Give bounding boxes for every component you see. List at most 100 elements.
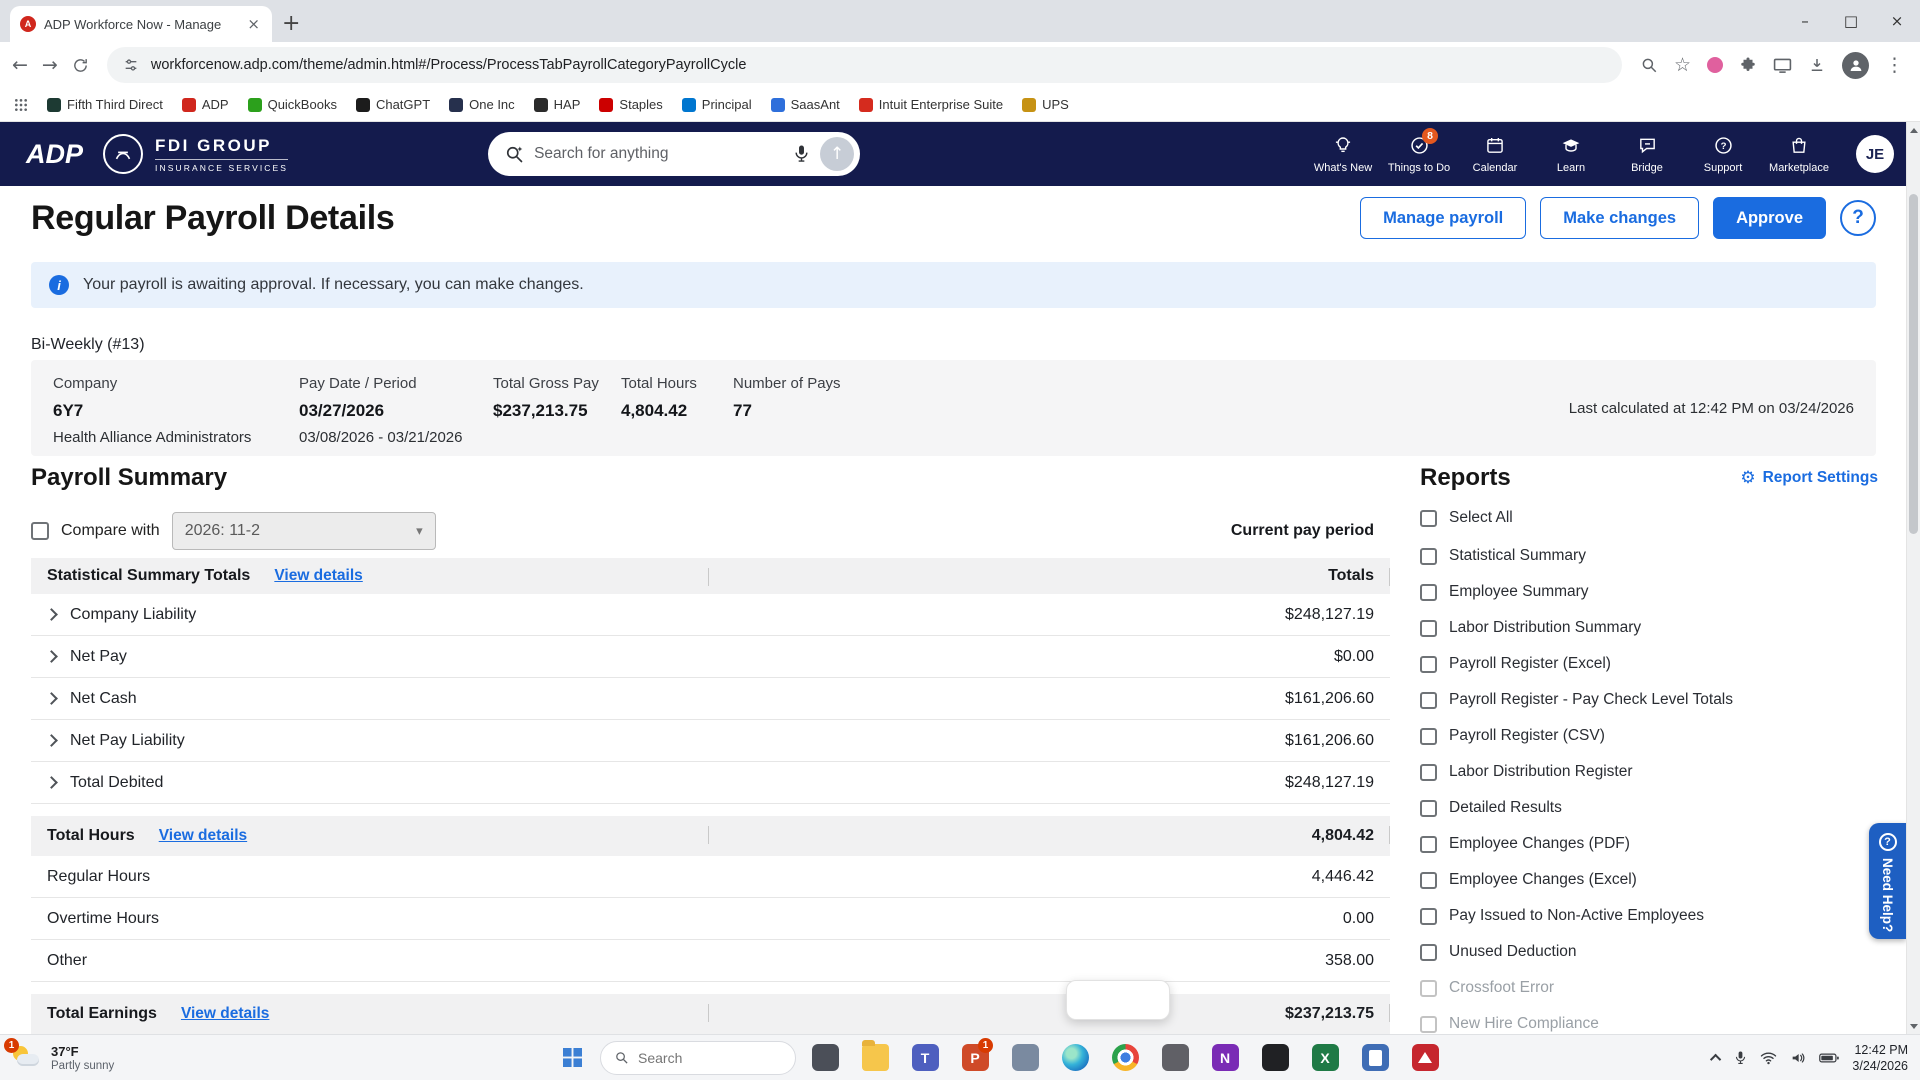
- report-checkbox[interactable]: Payroll Register (Excel): [1420, 646, 1878, 682]
- battery-icon[interactable]: [1819, 1052, 1839, 1064]
- tray-expand-icon[interactable]: [1710, 1053, 1721, 1064]
- refresh-button[interactable]: [72, 57, 89, 74]
- taskbar-clock[interactable]: 12:42 PM 3/24/2026: [1852, 1042, 1908, 1074]
- page-scrollbar[interactable]: [1906, 122, 1920, 1034]
- checkbox[interactable]: [1420, 584, 1437, 601]
- chevron-right-icon[interactable]: [45, 608, 58, 621]
- device-toolbar-icon[interactable]: [1773, 57, 1792, 73]
- report-checkbox[interactable]: Employee Changes (Excel): [1420, 862, 1878, 898]
- make-changes-button[interactable]: Make changes: [1540, 197, 1699, 239]
- bookmark-item[interactable]: HAP: [534, 97, 581, 112]
- bookmark-item[interactable]: ChatGPT: [356, 97, 430, 112]
- taskbar-app-black[interactable]: [1254, 1036, 1296, 1080]
- scroll-up-arrow[interactable]: [1907, 123, 1920, 137]
- compare-period-select[interactable]: 2026: 11-2 ▾: [172, 512, 436, 550]
- new-tab-button[interactable]: +: [282, 11, 300, 36]
- window-minimize-button[interactable]: –: [1782, 0, 1828, 42]
- taskbar-app-calculator[interactable]: [1354, 1036, 1396, 1080]
- chevron-right-icon[interactable]: [45, 776, 58, 789]
- report-checkbox[interactable]: Payroll Register (CSV): [1420, 718, 1878, 754]
- global-search-input[interactable]: [534, 145, 783, 163]
- downloads-icon[interactable]: [1808, 56, 1826, 74]
- taskbar-app-acrobat[interactable]: [1404, 1036, 1446, 1080]
- report-checkbox[interactable]: Payroll Register - Pay Check Level Total…: [1420, 682, 1878, 718]
- checkbox[interactable]: [1420, 908, 1437, 925]
- checkbox[interactable]: [1420, 510, 1437, 527]
- checkbox[interactable]: [1420, 836, 1437, 853]
- browser-profile-avatar[interactable]: [1842, 52, 1869, 79]
- bookmark-item[interactable]: QuickBooks: [248, 97, 337, 112]
- row-net-pay[interactable]: Net Pay $0.00: [31, 636, 1390, 678]
- wifi-icon[interactable]: [1760, 1051, 1777, 1065]
- nav-learn[interactable]: Learn: [1536, 135, 1606, 174]
- global-search[interactable]: ↑: [488, 132, 860, 176]
- report-checkbox[interactable]: Unused Deduction: [1420, 934, 1878, 970]
- browser-menu-kebab-icon[interactable]: ⋮: [1885, 54, 1904, 76]
- hours-view-details-link[interactable]: View details: [159, 827, 247, 845]
- report-checkbox[interactable]: Labor Distribution Summary: [1420, 610, 1878, 646]
- browser-tab[interactable]: A ADP Workforce Now - Manage ×: [10, 6, 272, 42]
- row-net-cash[interactable]: Net Cash $161,206.60: [31, 678, 1390, 720]
- zoom-icon[interactable]: [1640, 56, 1658, 74]
- extension-pink-icon[interactable]: [1707, 57, 1723, 73]
- taskbar-app-powerpoint[interactable]: P1: [954, 1036, 996, 1080]
- site-settings-icon[interactable]: [123, 57, 139, 73]
- taskbar-app-edge[interactable]: [1054, 1036, 1096, 1080]
- address-bar[interactable]: workforcenow.adp.com/theme/admin.html#/P…: [107, 47, 1622, 83]
- taskbar-app-dark[interactable]: [804, 1036, 846, 1080]
- scroll-down-arrow[interactable]: [1907, 1019, 1920, 1033]
- adp-logo[interactable]: ADP: [26, 139, 83, 170]
- bookmark-item[interactable]: Fifth Third Direct: [47, 97, 163, 112]
- forward-button[interactable]: →: [42, 54, 58, 76]
- taskbar-weather-widget[interactable]: 1 37°F Partly sunny: [10, 1035, 114, 1080]
- checkbox[interactable]: [1420, 764, 1437, 781]
- bookmark-item[interactable]: UPS: [1022, 97, 1069, 112]
- checkbox[interactable]: [1420, 620, 1437, 637]
- scrollbar-thumb[interactable]: [1909, 194, 1918, 534]
- window-maximize-button[interactable]: □: [1828, 0, 1874, 42]
- taskbar-app-onenote[interactable]: N: [1204, 1036, 1246, 1080]
- mic-icon[interactable]: [793, 143, 810, 165]
- report-checkbox[interactable]: Employee Changes (PDF): [1420, 826, 1878, 862]
- nav-calendar[interactable]: Calendar: [1460, 135, 1530, 174]
- checkbox[interactable]: [1420, 800, 1437, 817]
- floating-scroll-pill[interactable]: [1066, 980, 1170, 1020]
- bookmark-item[interactable]: One Inc: [449, 97, 515, 112]
- need-help-tab[interactable]: ? Need Help?: [1869, 823, 1906, 939]
- checkbox[interactable]: [1420, 728, 1437, 745]
- report-checkbox[interactable]: Statistical Summary: [1420, 538, 1878, 574]
- user-avatar[interactable]: JE: [1856, 135, 1894, 173]
- taskbar-search[interactable]: [600, 1041, 796, 1075]
- taskbar-app-teams[interactable]: T: [904, 1036, 946, 1080]
- page-help-icon[interactable]: ?: [1840, 200, 1876, 236]
- taskbar-app-chrome[interactable]: [1104, 1036, 1146, 1080]
- taskbar-app-gray[interactable]: [1154, 1036, 1196, 1080]
- taskbar-search-input[interactable]: [638, 1050, 768, 1066]
- chevron-right-icon[interactable]: [45, 692, 58, 705]
- nav-bridge[interactable]: Bridge: [1612, 135, 1682, 174]
- report-checkbox[interactable]: Labor Distribution Register: [1420, 754, 1878, 790]
- bookmark-star-icon[interactable]: ☆: [1674, 54, 1691, 76]
- nav-marketplace[interactable]: Marketplace: [1764, 135, 1834, 174]
- extensions-puzzle-icon[interactable]: [1739, 56, 1757, 74]
- report-checkbox[interactable]: Pay Issued to Non-Active Employees: [1420, 898, 1878, 934]
- apps-grid-icon[interactable]: [14, 98, 28, 112]
- tray-mic-icon[interactable]: [1734, 1050, 1747, 1066]
- checkbox[interactable]: [1420, 944, 1437, 961]
- row-total-debited[interactable]: Total Debited $248,127.19: [31, 762, 1390, 804]
- checkbox[interactable]: [1420, 692, 1437, 709]
- row-company-liability[interactable]: Company Liability $248,127.19: [31, 594, 1390, 636]
- bookmark-item[interactable]: Principal: [682, 97, 752, 112]
- taskbar-app-file-explorer[interactable]: [854, 1036, 896, 1080]
- window-close-button[interactable]: ×: [1874, 0, 1920, 42]
- search-submit-button[interactable]: ↑: [820, 137, 854, 171]
- taskbar-app-steel[interactable]: [1004, 1036, 1046, 1080]
- compare-with-checkbox[interactable]: [31, 522, 49, 540]
- select-all-checkbox[interactable]: Select All: [1420, 503, 1878, 533]
- checkbox[interactable]: [1420, 656, 1437, 673]
- checkbox[interactable]: [1420, 872, 1437, 889]
- url-text[interactable]: workforcenow.adp.com/theme/admin.html#/P…: [151, 57, 747, 73]
- report-checkbox[interactable]: Employee Summary: [1420, 574, 1878, 610]
- nav-things-to-do[interactable]: 8 Things to Do: [1384, 135, 1454, 174]
- chevron-right-icon[interactable]: [45, 650, 58, 663]
